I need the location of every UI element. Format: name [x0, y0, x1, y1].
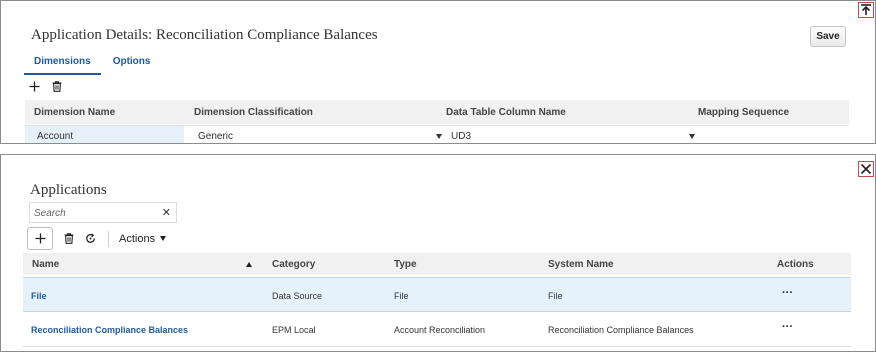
column-header-mapping-sequence[interactable]: Mapping Sequence: [698, 107, 789, 118]
search-input[interactable]: [34, 206, 154, 220]
category-cell: Data Source: [272, 291, 323, 301]
dimensions-table-header: Dimension Name Dimension Classification …: [25, 100, 849, 124]
dimension-name-cell: Account: [25, 126, 184, 143]
plus-icon: [35, 233, 45, 244]
type-cell: File: [394, 291, 409, 301]
plus-icon[interactable]: [29, 81, 40, 92]
system-name-cell: File: [548, 291, 563, 301]
add-application-button[interactable]: [27, 227, 53, 250]
dimension-classification-value: Generic: [198, 131, 234, 142]
table-row[interactable]: Reconciliation Compliance Balances EPM L…: [23, 312, 851, 347]
category-cell: EPM Local: [272, 325, 316, 335]
type-cell: Account Reconciliation: [394, 325, 486, 335]
trash-icon[interactable]: [64, 233, 74, 244]
data-table-column-value: UD3: [451, 131, 472, 142]
trash-icon[interactable]: [52, 81, 62, 92]
chevron-down-icon[interactable]: [689, 134, 695, 139]
sort-ascending-icon[interactable]: [246, 262, 252, 267]
column-header-system-name[interactable]: System Name: [548, 259, 614, 270]
applications-toolbar: Actions: [27, 227, 167, 250]
dimensions-toolbar: [29, 81, 62, 92]
column-header-dimension-classification[interactable]: Dimension Classification: [194, 107, 313, 118]
dimension-classification-select[interactable]: Generic: [196, 126, 446, 143]
toolbar-divider: [108, 230, 109, 247]
application-name-link[interactable]: File: [31, 291, 47, 301]
column-header-type[interactable]: Type: [394, 259, 417, 270]
system-name-cell: Reconciliation Compliance Balances: [548, 325, 694, 335]
table-row[interactable]: File Data Source File File ···: [23, 277, 851, 312]
chevron-down-icon: [160, 236, 167, 241]
tab-dimensions[interactable]: Dimensions: [24, 53, 101, 75]
actions-menu-button[interactable]: Actions: [119, 232, 167, 245]
applications-table-header: Name Category Type System Name Actions: [23, 253, 851, 275]
search-field: ✕: [29, 202, 177, 223]
data-table-column-select[interactable]: UD3: [449, 126, 699, 143]
application-name-link[interactable]: Reconciliation Compliance Balances: [31, 325, 188, 335]
actions-menu-label: Actions: [119, 232, 156, 245]
tab-options[interactable]: Options: [103, 53, 161, 75]
close-icon[interactable]: [858, 161, 874, 177]
more-actions-icon[interactable]: ···: [782, 287, 793, 299]
details-tabs: Dimensions Options: [24, 53, 160, 75]
column-header-data-table-column-name[interactable]: Data Table Column Name: [446, 107, 566, 118]
refresh-icon[interactable]: [85, 233, 96, 244]
details-title: Application Details: Reconciliation Comp…: [31, 27, 378, 43]
chevron-down-icon[interactable]: [436, 134, 442, 139]
clear-search-icon[interactable]: ✕: [162, 206, 171, 219]
column-header-actions: Actions: [777, 259, 814, 270]
column-header-name[interactable]: Name: [32, 259, 59, 270]
applications-title: Applications: [30, 182, 107, 198]
column-header-category[interactable]: Category: [272, 259, 315, 270]
collapse-up-icon[interactable]: [858, 2, 874, 18]
save-button[interactable]: Save: [810, 26, 846, 47]
column-header-dimension-name[interactable]: Dimension Name: [34, 107, 115, 118]
table-row[interactable]: Account Generic UD3: [25, 125, 849, 143]
application-details-panel: Application Details: Reconciliation Comp…: [0, 0, 876, 144]
applications-panel: Applications ✕ Actions: [0, 154, 876, 352]
more-actions-icon[interactable]: ···: [782, 321, 793, 333]
